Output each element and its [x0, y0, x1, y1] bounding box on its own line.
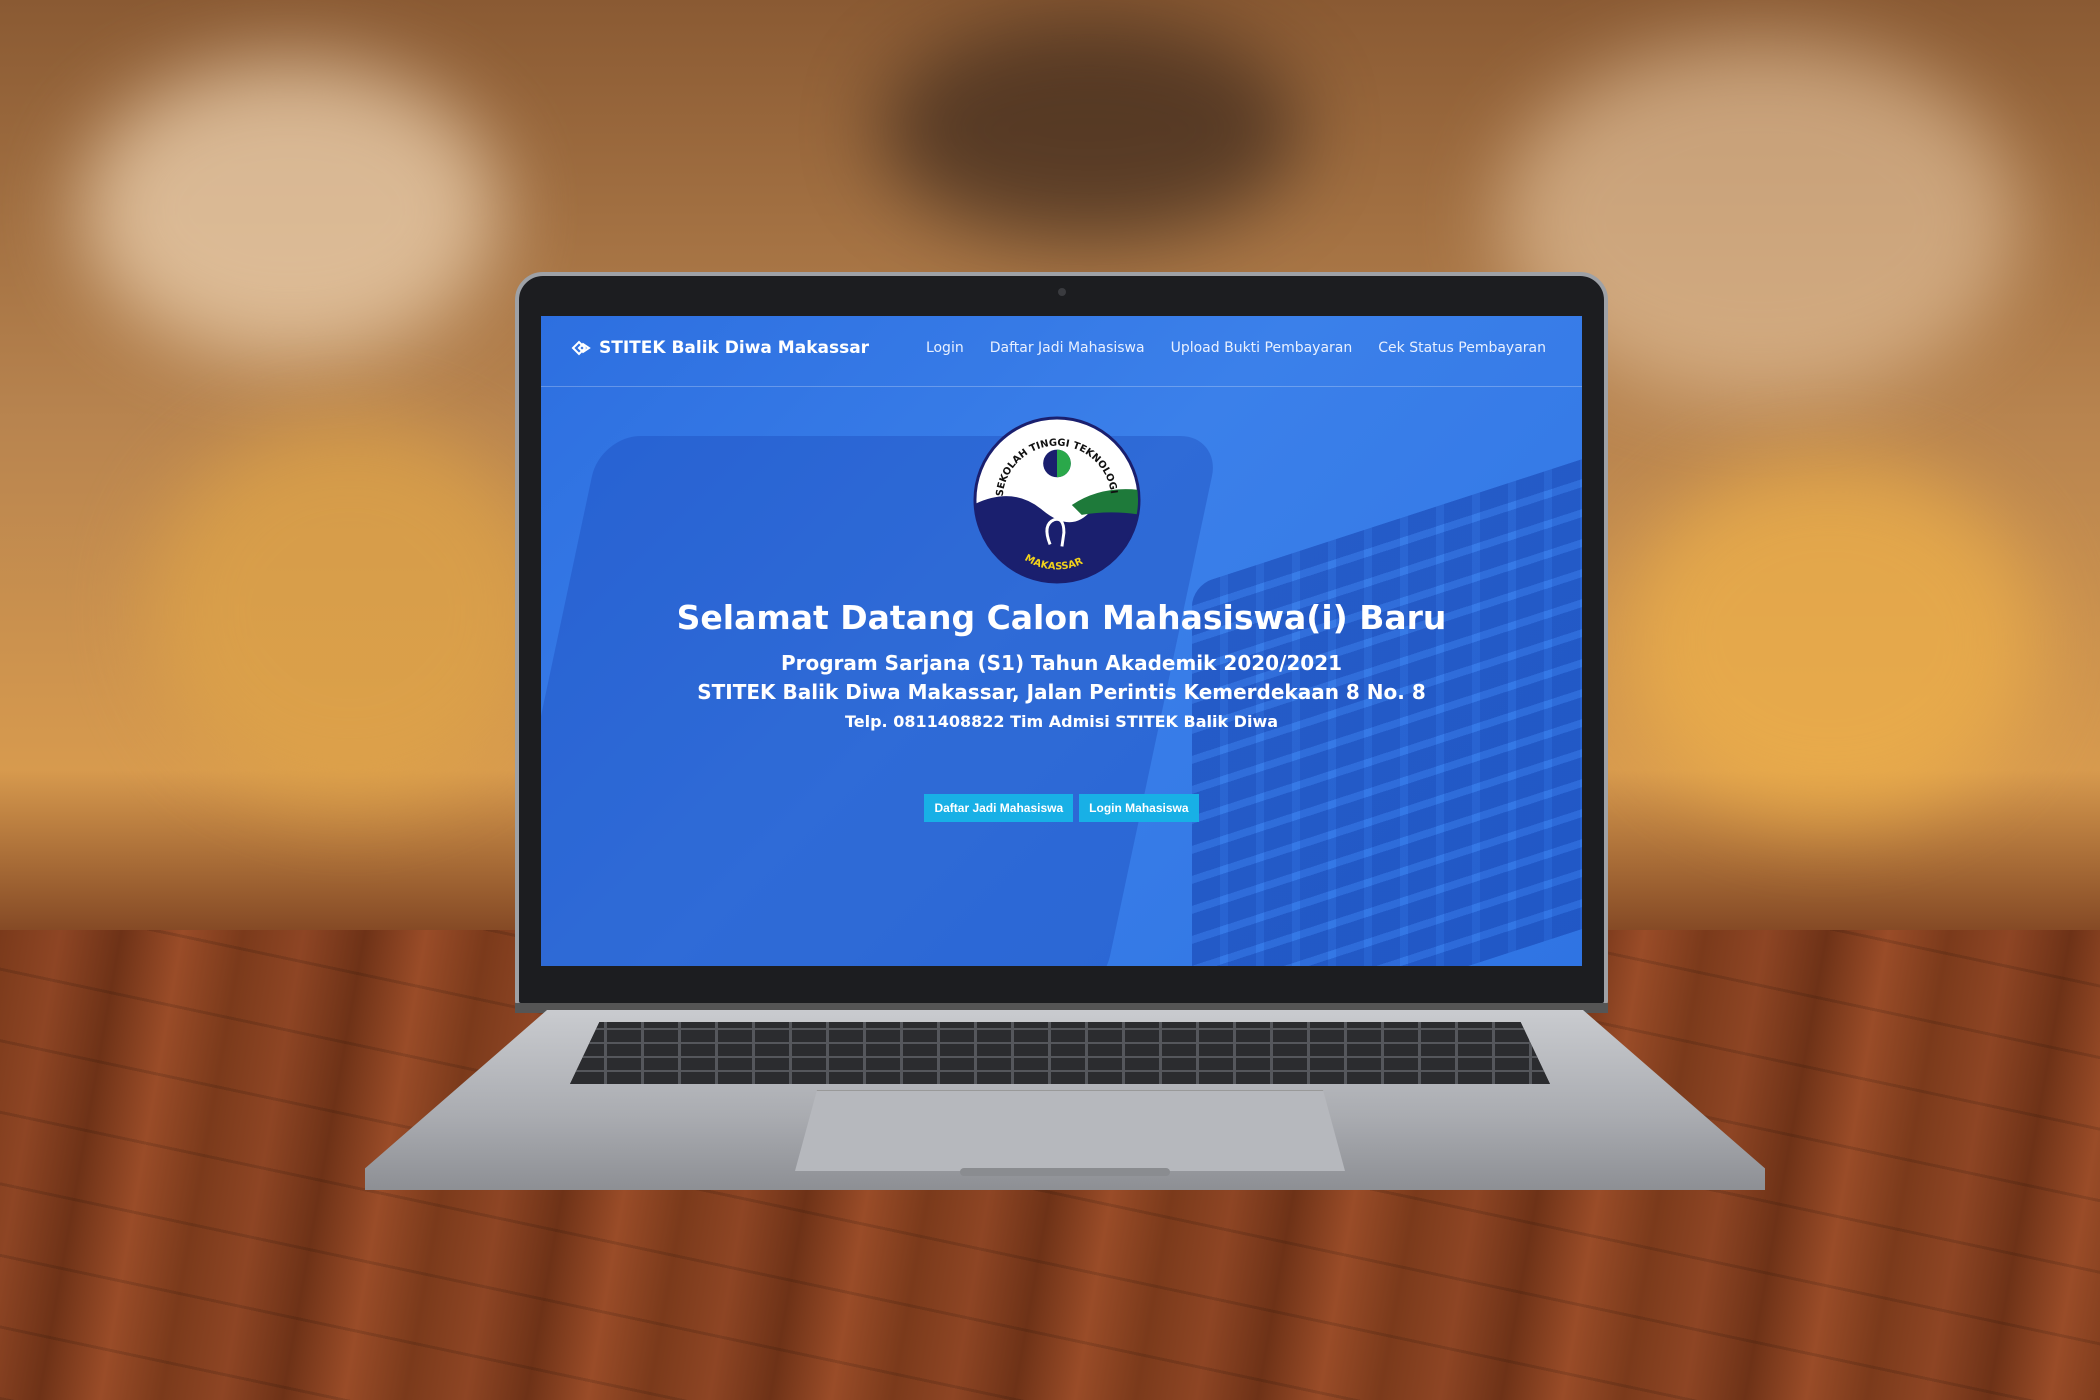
- laptop-trackpad: [795, 1090, 1345, 1171]
- navbar: STITEK Balik Diwa Makassar Login Daftar …: [541, 316, 1582, 387]
- laptop-front-notch: [960, 1168, 1170, 1176]
- nav-register[interactable]: Daftar Jadi Mahasiswa: [990, 340, 1145, 356]
- address-subtitle: STITEK Balik Diwa Makassar, Jalan Perint…: [697, 680, 1426, 704]
- brand-link[interactable]: STITEK Balik Diwa Makassar: [571, 338, 869, 358]
- browser-viewport: STITEK Balik Diwa Makassar Login Daftar …: [541, 316, 1582, 966]
- cta-buttons: Daftar Jadi Mahasiswa Login Mahasiswa: [541, 794, 1582, 822]
- page-title: Selamat Datang Calon Mahasiswa(i) Baru: [676, 598, 1447, 637]
- diamond-logo-icon: [571, 340, 591, 356]
- nav-upload-payment[interactable]: Upload Bukti Pembayaran: [1171, 340, 1353, 356]
- program-subtitle: Program Sarjana (S1) Tahun Akademik 2020…: [780, 651, 1343, 675]
- nav-links: Login Daftar Jadi Mahasiswa Upload Bukti…: [926, 340, 1546, 356]
- keyboard-rows: [570, 1022, 1550, 1084]
- background-blur: [1620, 460, 2040, 820]
- contact-text: Telp. 0811408822 Tim Admisi STITEK Balik…: [844, 712, 1279, 731]
- background-blur: [880, 20, 1300, 240]
- nav-login[interactable]: Login: [926, 340, 964, 356]
- login-button[interactable]: Login Mahasiswa: [1079, 794, 1199, 822]
- background-keyboard-image: [1192, 446, 1582, 966]
- brand-name: STITEK Balik Diwa Makassar: [599, 338, 870, 358]
- camera-icon: [1058, 288, 1066, 296]
- background-blur: [150, 420, 550, 800]
- register-button[interactable]: Daftar Jadi Mahasiswa: [924, 794, 1074, 822]
- stitek-logo-icon: SEKOLAH TINGGI TEKNOLOGI KELAUTAN MAKASS…: [973, 416, 1141, 584]
- laptop-lid: STITEK Balik Diwa Makassar Login Daftar …: [515, 272, 1608, 1007]
- background-blur: [80, 60, 500, 360]
- nav-payment-status[interactable]: Cek Status Pembayaran: [1378, 340, 1546, 356]
